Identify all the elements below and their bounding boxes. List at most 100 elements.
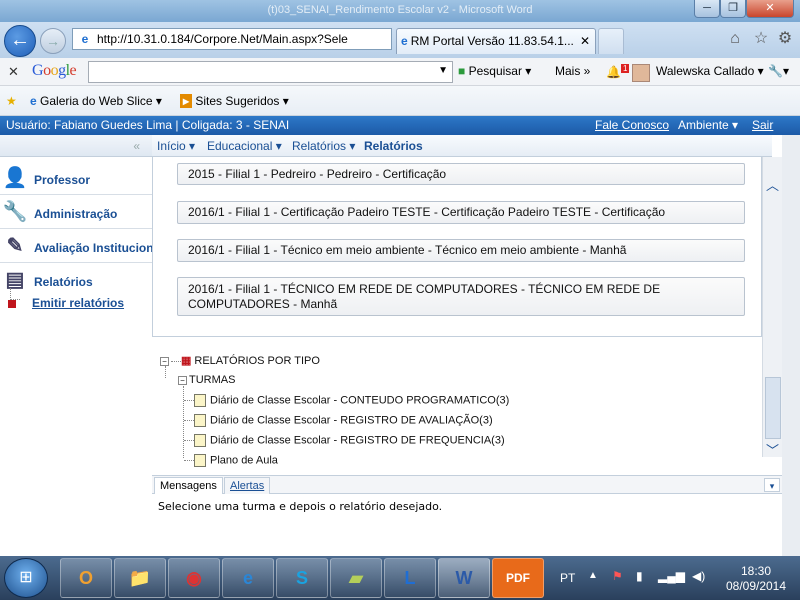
notifications-icon[interactable]: 🔔 1: [606, 64, 630, 79]
sidebar-item-label: Professor: [34, 173, 91, 187]
start-button[interactable]: ⊞: [4, 558, 48, 598]
collapse-icon[interactable]: −: [178, 375, 187, 385]
sidebar-item-relatorios[interactable]: ▤ Relatórios: [0, 263, 152, 297]
address-text: http://10.31.0.184/Corpore.Net/Main.aspx…: [97, 32, 348, 46]
close-window-button[interactable]: ✕: [746, 0, 794, 18]
home-icon[interactable]: ⌂: [726, 30, 744, 48]
report-item[interactable]: Plano de Aula: [184, 454, 278, 467]
close-icon[interactable]: ✕: [8, 64, 19, 80]
clock-date: 08/09/2014: [725, 579, 787, 593]
google-user-menu[interactable]: Walewska Callado ▾: [656, 64, 764, 78]
tree-root-node[interactable]: − ▦ RELATÓRIOS POR TIPO: [160, 354, 320, 367]
breadcrumb-relatorios[interactable]: Relatórios ▾: [292, 135, 355, 157]
minimize-button[interactable]: ─: [694, 0, 720, 18]
collapse-icon[interactable]: −: [160, 356, 169, 366]
report-item[interactable]: Diário de Classe Escolar - REGISTRO DE A…: [184, 414, 493, 427]
favorites-star-icon[interactable]: ★: [6, 94, 17, 108]
turma-item[interactable]: 2015 - Filial 1 - Pedreiro - Pedreiro - …: [177, 163, 745, 185]
action-center-icon[interactable]: ⚑: [612, 569, 623, 583]
new-tab-button[interactable]: [598, 28, 624, 54]
report-item[interactable]: Diário de Classe Escolar - REGISTRO DE F…: [184, 434, 505, 447]
system-tray: PT ▲ ⚑ ▮ ▂▄▆ ◀) 18:30 08/09/2014: [554, 556, 800, 600]
sidebar-item-administracao[interactable]: 🔧 Administração: [0, 195, 152, 229]
tab-title: RM Portal Versão 11.83.54.1...: [410, 34, 574, 48]
scrollbar[interactable]: ︿ ﹀: [762, 157, 782, 459]
wrench-icon: 🔧: [2, 201, 28, 223]
tray-expand-icon[interactable]: ▲: [588, 570, 598, 581]
turmas-panel: 2015 - Filial 1 - Pedreiro - Pedreiro - …: [152, 157, 762, 337]
page-content: Usuário: Fabiano Guedes Lima | Coligada:…: [0, 116, 800, 556]
network-icon[interactable]: ▂▄▆: [658, 569, 685, 583]
folder-icon: ▦: [181, 355, 192, 367]
taskbar-outlook[interactable]: O: [60, 558, 112, 598]
tree-group-node[interactable]: − TURMAS: [178, 374, 235, 386]
fav-suggested-sites[interactable]: ▸ Sites Sugeridos ▾: [180, 94, 289, 108]
forward-button[interactable]: →: [40, 28, 66, 54]
page-scroll-track: [782, 135, 800, 556]
clock-time: 18:30: [740, 564, 772, 578]
pesquisar-button[interactable]: ■ Pesquisar ▾: [458, 64, 531, 78]
breadcrumb-current: Relatórios: [364, 139, 423, 153]
google-logo: Google: [32, 62, 77, 79]
person-icon: 👤: [2, 167, 28, 189]
language-indicator[interactable]: PT: [560, 571, 575, 585]
settings-icon[interactable]: ⚙: [776, 30, 794, 48]
sidebar-item-avaliacao[interactable]: ✎ Avaliação Institucional: [0, 229, 152, 263]
battery-icon[interactable]: ▮: [636, 569, 643, 583]
messages-panel: Mensagens Alertas ▾ Selecione uma turma …: [152, 475, 782, 556]
chevron-down-icon[interactable]: ﹀: [766, 440, 779, 459]
sidebar-item-professor[interactable]: 👤 Professor: [0, 161, 152, 195]
chevron-down-icon[interactable]: ▾: [764, 478, 780, 492]
tab-alertas[interactable]: Alertas: [224, 477, 271, 494]
report-tree: − ▦ RELATÓRIOS POR TIPO − TURMAS Diário de …: [152, 352, 752, 472]
turma-item[interactable]: 2016/1 - Filial 1 - Certificação Padeiro…: [177, 201, 745, 224]
user-bar: Usuário: Fabiano Guedes Lima | Coligada:…: [0, 116, 800, 135]
tab-mensagens[interactable]: Mensagens: [154, 477, 223, 494]
turma-item[interactable]: 2016/1 - Filial 1 - TÉCNICO EM REDE DE C…: [177, 277, 745, 316]
chevron-up-icon[interactable]: ︿: [766, 175, 779, 194]
avatar: [632, 64, 650, 82]
bullet-icon: [8, 299, 16, 308]
breadcrumb-educacional[interactable]: Educacional ▾: [207, 135, 282, 157]
fale-conosco-link[interactable]: Fale Conosco: [595, 116, 669, 135]
wrench-icon[interactable]: 🔧▾: [768, 64, 789, 78]
report-doc-icon: [194, 394, 206, 407]
google-search-input[interactable]: ▼: [88, 61, 453, 83]
taskbar-pdf[interactable]: PDF: [492, 558, 544, 598]
window-title: (t)03_SENAI_Rendimento Escolar v2 - Micr…: [267, 4, 533, 16]
address-bar[interactable]: e http://10.31.0.184/Corpore.Net/Main.asp…: [72, 28, 392, 50]
sidebar-item-label: Relatórios: [34, 275, 93, 289]
ambiente-menu[interactable]: Ambiente ▾: [678, 116, 738, 135]
taskbar-word[interactable]: W: [438, 558, 490, 598]
chevron-down-icon[interactable]: ▼: [438, 65, 448, 76]
breadcrumb-inicio[interactable]: Início ▾: [157, 135, 195, 157]
volume-icon[interactable]: ◀): [692, 569, 705, 583]
sidebar-subitem-emitir-relatorios[interactable]: Emitir relatórios: [8, 296, 124, 310]
mais-button[interactable]: Mais »: [555, 64, 590, 78]
taskbar-chrome[interactable]: ◉: [168, 558, 220, 598]
report-doc-icon: [194, 434, 206, 447]
maximize-button[interactable]: ❐: [720, 0, 746, 18]
scrollbar-thumb[interactable]: [765, 377, 781, 439]
favorites-icon[interactable]: ☆: [752, 30, 770, 48]
back-button[interactable]: ←: [4, 25, 36, 57]
report-doc-icon: [194, 414, 206, 427]
taskbar-lync[interactable]: L: [384, 558, 436, 598]
tab-close-icon[interactable]: ✕: [580, 29, 590, 53]
fav-web-slice-gallery[interactable]: e Galeria do Web Slice ▾: [30, 94, 162, 108]
clock[interactable]: 18:30 08/09/2014: [714, 564, 798, 594]
message-text: Selecione uma turma e depois o relatório…: [158, 500, 443, 513]
pencil-icon: ✎: [6, 235, 24, 257]
messages-tabs: Mensagens Alertas ▾: [152, 476, 782, 494]
taskbar-ie[interactable]: e: [222, 558, 274, 598]
taskbar-explorer[interactable]: 📁: [114, 558, 166, 598]
turma-item[interactable]: 2016/1 - Filial 1 - Técnico em meio ambi…: [177, 239, 745, 262]
breadcrumb: Início ▾ Educacional ▾ Relatórios ▾ Rela…: [152, 135, 772, 157]
google-toolbar: ✕ Google ▼ ■ Pesquisar ▾ Mais » 🔔 1 Walew…: [0, 58, 800, 86]
report-item[interactable]: Diário de Classe Escolar - CONTEUDO PROG…: [184, 394, 509, 407]
collapse-sidebar-button[interactable]: «: [0, 135, 152, 157]
taskbar-skype[interactable]: S: [276, 558, 328, 598]
tab-rm-portal[interactable]: e RM Portal Versão 11.83.54.1... ✕: [396, 28, 596, 54]
taskbar-notes[interactable]: ▰: [330, 558, 382, 598]
sair-link[interactable]: Sair: [752, 116, 773, 135]
